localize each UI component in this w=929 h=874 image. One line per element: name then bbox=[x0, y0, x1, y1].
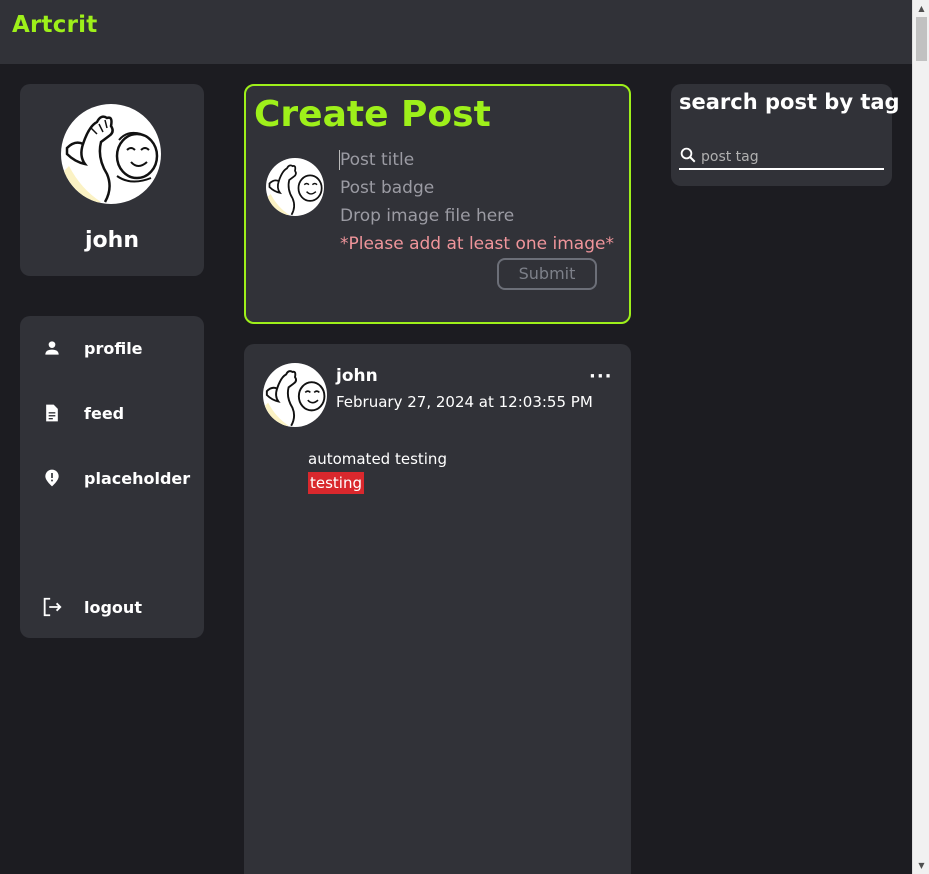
logout-icon bbox=[40, 595, 64, 619]
sidebar-item-label: profile bbox=[84, 338, 143, 358]
submit-button[interactable]: Submit bbox=[497, 258, 597, 290]
image-error-message: *Please add at least one image* bbox=[340, 234, 614, 254]
search-title: search post by tag bbox=[679, 90, 900, 114]
document-icon bbox=[40, 401, 64, 425]
scrollbar-thumb[interactable] bbox=[916, 17, 927, 61]
sidebar-item-label: feed bbox=[84, 403, 125, 423]
post-timestamp: February 27, 2024 at 12:03:55 PM bbox=[336, 393, 593, 411]
post-author-avatar[interactable] bbox=[263, 363, 327, 427]
top-bar: Artcrit bbox=[0, 0, 912, 64]
post-title-input[interactable]: Post title bbox=[340, 150, 414, 170]
sidebar-item-placeholder[interactable]: placeholder bbox=[40, 465, 204, 491]
image-drop-zone[interactable]: Drop image file here bbox=[340, 206, 514, 226]
app-logo[interactable]: Artcrit bbox=[12, 12, 97, 38]
alert-location-icon bbox=[40, 466, 64, 490]
scroll-up-arrow-icon[interactable]: ▲ bbox=[913, 0, 929, 17]
person-icon bbox=[40, 336, 64, 360]
sidebar-item-profile[interactable]: profile bbox=[40, 335, 204, 361]
profile-avatar[interactable] bbox=[61, 104, 161, 204]
post-author-name[interactable]: john bbox=[336, 366, 378, 386]
sidebar-item-feed[interactable]: feed bbox=[40, 400, 204, 426]
sidebar-nav: profile feed placeholder logout bbox=[20, 316, 204, 638]
post-badge-input[interactable]: Post badge bbox=[340, 178, 434, 198]
sidebar-item-label: logout bbox=[84, 597, 142, 617]
scroll-down-arrow-icon[interactable]: ▼ bbox=[913, 857, 929, 874]
create-post-title: Create Post bbox=[254, 94, 491, 135]
profile-name: john bbox=[85, 228, 139, 253]
sidebar-item-logout[interactable]: logout bbox=[40, 594, 204, 620]
page-scrollbar[interactable]: ▲ ▼ bbox=[912, 0, 929, 874]
search-icon bbox=[679, 146, 697, 168]
search-field[interactable] bbox=[679, 146, 884, 170]
create-post-card: Create Post Post title Post badge Drop i… bbox=[244, 84, 631, 324]
tag-search-card: search post by tag bbox=[671, 84, 900, 186]
post-tag-badge[interactable]: testing bbox=[308, 472, 365, 494]
sidebar-item-label: placeholder bbox=[84, 468, 191, 488]
post-body-text: automated testing bbox=[308, 450, 447, 468]
post-card: john February 27, 2024 at 12:03:55 PM ··… bbox=[244, 344, 631, 874]
create-post-avatar bbox=[266, 158, 324, 216]
tag-search-input[interactable] bbox=[701, 149, 879, 165]
profile-card: john bbox=[20, 84, 204, 276]
more-options-icon[interactable]: ··· bbox=[589, 366, 613, 387]
